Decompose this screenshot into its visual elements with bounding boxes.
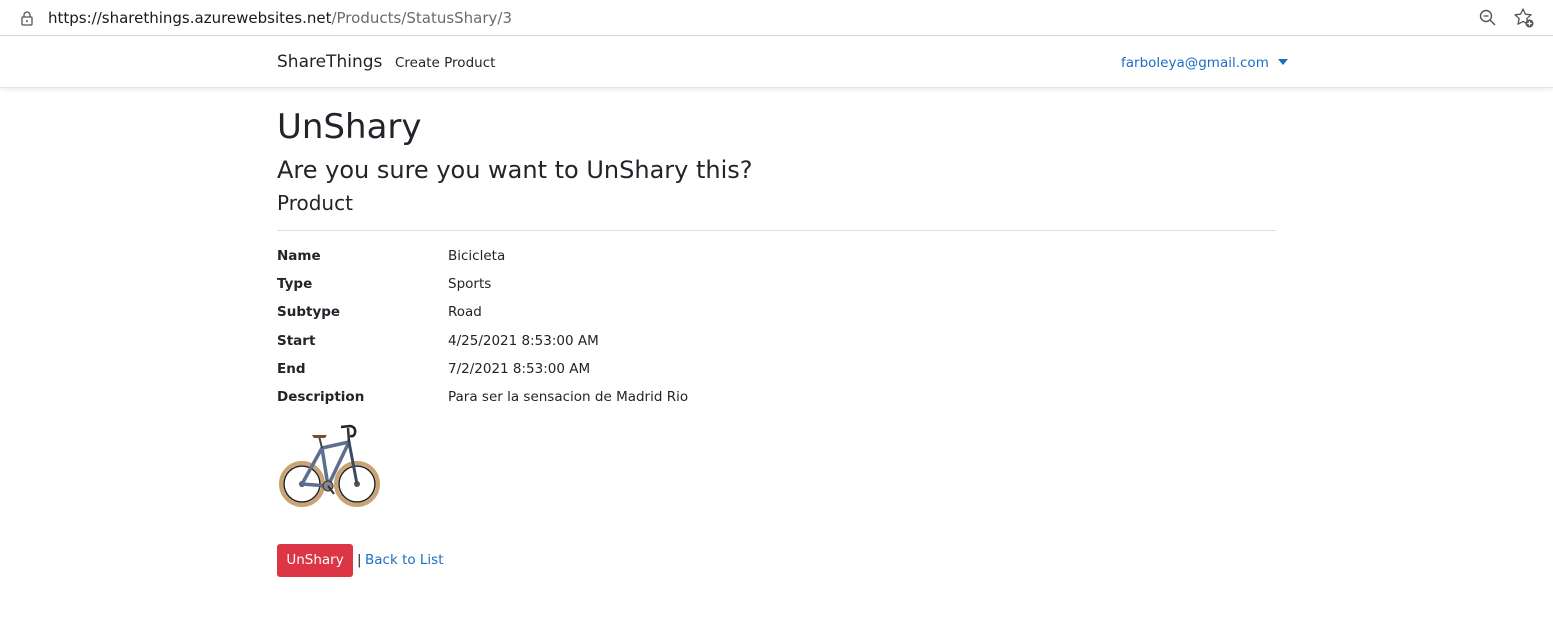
detail-row-end: End 7/2/2021 8:53:00 AM xyxy=(277,358,1276,386)
detail-label: Subtype xyxy=(277,304,341,321)
detail-value: Road xyxy=(448,304,482,321)
product-image-bicycle xyxy=(279,424,380,507)
brand-link[interactable]: ShareThings xyxy=(277,51,382,73)
detail-label: Name xyxy=(277,248,321,264)
detail-label: Start xyxy=(277,332,316,349)
detail-label: Type xyxy=(277,276,313,293)
favorite-icon[interactable] xyxy=(1513,7,1535,29)
detail-row-description: Description Para ser la sensacion de Mad… xyxy=(277,386,1276,414)
divider xyxy=(277,230,1276,231)
detail-value: Para ser la sensacion de Madrid Rio xyxy=(448,388,689,405)
detail-value: 4/25/2021 8:53:00 AM xyxy=(448,332,599,349)
zoom-icon[interactable] xyxy=(1478,8,1498,28)
browser-address-bar: https://sharethings.azurewebsites.net/Pr… xyxy=(0,0,1553,36)
back-to-list-link[interactable]: Back to List xyxy=(365,550,444,570)
unshary-button[interactable]: UnShary xyxy=(277,544,353,577)
nav-create-product[interactable]: Create Product xyxy=(395,54,495,72)
detail-value: Bicicleta xyxy=(448,248,506,264)
lock-icon[interactable] xyxy=(20,10,34,26)
user-menu-dropdown[interactable]: farboleya@gmail.com xyxy=(1121,54,1288,72)
detail-label: Description xyxy=(277,388,365,405)
detail-label: End xyxy=(277,360,306,377)
separator: | xyxy=(357,552,362,568)
detail-value: Sports xyxy=(448,276,492,293)
section-heading: Product xyxy=(277,191,353,215)
detail-value: 7/2/2021 8:53:00 AM xyxy=(448,360,591,377)
detail-row-type: Type Sports xyxy=(277,273,1276,301)
product-details: Name Bicicleta Type Sports Subtype Road … xyxy=(277,245,1276,414)
confirm-question: Are you sure you want to UnShary this? xyxy=(277,156,753,184)
caret-down-icon xyxy=(1277,59,1288,65)
url-field[interactable]: https://sharethings.azurewebsites.net/Pr… xyxy=(48,8,512,28)
top-navbar: ShareThings Create Product farboleya@gma… xyxy=(0,37,1553,88)
user-email: farboleya@gmail.com xyxy=(1121,55,1269,71)
detail-row-start: Start 4/25/2021 8:53:00 AM xyxy=(277,330,1276,358)
url-host: https://sharethings.azurewebsites.net xyxy=(48,9,332,27)
detail-row-subtype: Subtype Road xyxy=(277,301,1276,329)
url-path: /Products/StatusShary/3 xyxy=(331,9,513,27)
detail-row-name: Name Bicicleta xyxy=(277,245,1276,273)
page-title: UnShary xyxy=(277,107,422,147)
